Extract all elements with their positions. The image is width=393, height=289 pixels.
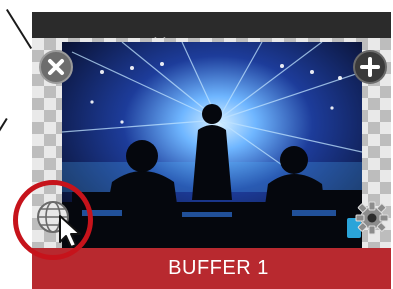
add-button[interactable] (353, 50, 387, 84)
tile-header-bar: • • (32, 12, 391, 43)
buffer-tile[interactable]: • • (32, 12, 391, 289)
buffer-name-label: BUFFER 1 (168, 257, 269, 279)
arrow-line-lower (0, 118, 8, 153)
tile-footer: BUFFER 1 (32, 248, 391, 289)
settings-button[interactable] (354, 200, 390, 236)
plus-icon (360, 57, 380, 77)
gear-icon (355, 201, 389, 235)
close-icon (48, 59, 64, 75)
mouse-pointer-icon (58, 214, 84, 255)
close-button[interactable] (39, 50, 73, 84)
screenshot-stage: • • (0, 0, 393, 289)
arrow-line-upper (6, 8, 33, 50)
buffer-thumbnail (62, 42, 362, 256)
